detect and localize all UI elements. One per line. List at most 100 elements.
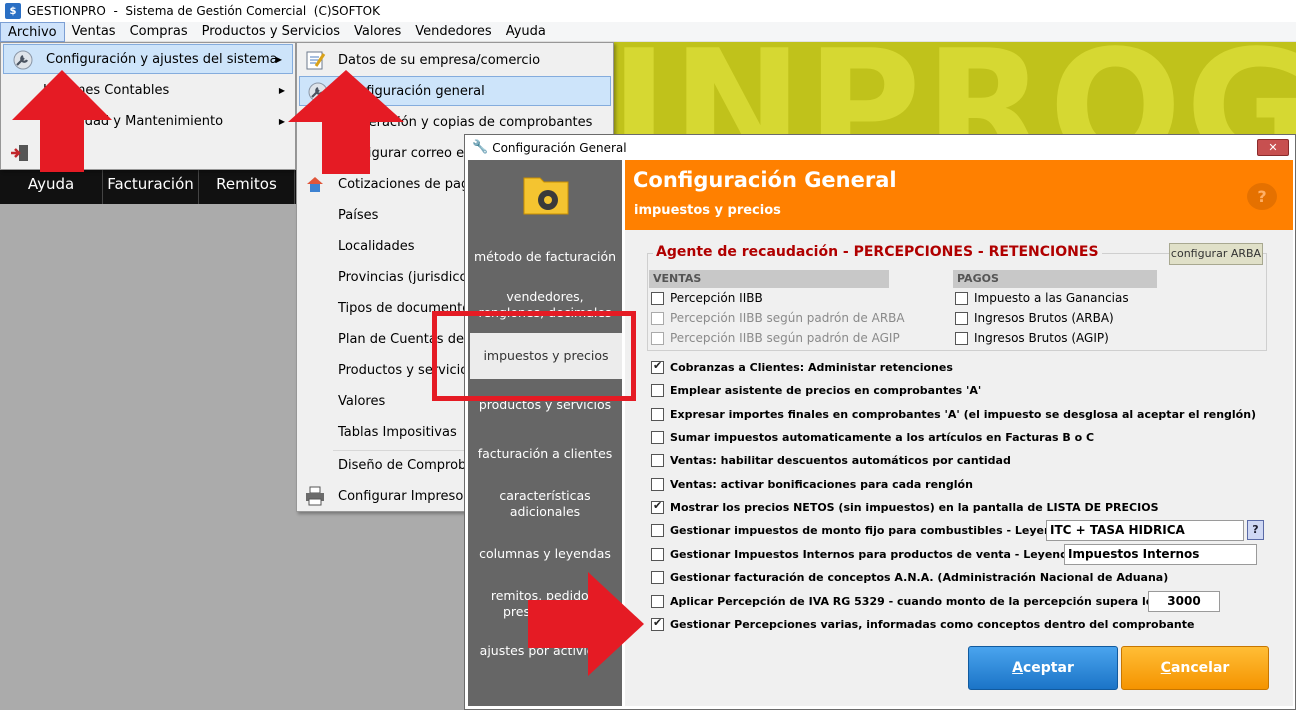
printer-icon	[306, 486, 324, 506]
checkbox-label: Percepción IIBB	[670, 291, 763, 305]
option-sumar-impuestos-checkbox[interactable]: Sumar impuestos automaticamente a los ar…	[651, 431, 1094, 444]
checkbox-label: Cobranzas a Clientes: Administar retenci…	[670, 361, 953, 374]
sidebar-item-caracteristicas[interactable]: características adicionales	[468, 488, 622, 520]
dialog-title: Configuración General	[492, 140, 627, 155]
submenu-item-label: Configurar Impresora	[338, 488, 477, 504]
dialog-titlebar: 🔧 Configuración General	[465, 135, 1295, 160]
option-ana-checkbox[interactable]: Gestionar facturación de conceptos A.N.A…	[651, 571, 1168, 584]
menu-valores[interactable]: Valores	[347, 22, 408, 42]
up-arrow-icon	[288, 70, 404, 174]
checkbox-label: Ventas: activar bonificaciones para cada…	[670, 478, 973, 491]
ingresos-brutos-agip-checkbox[interactable]: Ingresos Brutos (AGIP)	[955, 331, 1109, 345]
option-bonificaciones-checkbox[interactable]: Ventas: activar bonificaciones para cada…	[651, 478, 973, 491]
submenu-item-label: Cotizaciones de pago	[338, 176, 478, 192]
submenu-arrow-icon: ▶	[275, 54, 282, 64]
sidebar-item-columnas-leyendas[interactable]: columnas y leyendas	[468, 546, 622, 562]
menu-archivo[interactable]: Archivo	[0, 21, 65, 42]
submenu-item-label: Datos de su empresa/comercio	[338, 52, 541, 68]
help-button[interactable]: ?	[1247, 183, 1277, 210]
checkbox-label: Percepción IIBB según padrón de ARBA	[670, 311, 905, 325]
option-asistente-precios-checkbox[interactable]: Emplear asistente de precios en comproba…	[651, 384, 981, 397]
checkbox-box	[651, 478, 664, 491]
percepcion-iibb-checkbox[interactable]: Percepción IIBB	[651, 291, 763, 305]
checkbox-box	[651, 408, 664, 421]
up-arrow-icon	[12, 70, 112, 172]
toolbar-remitos-button[interactable]: Remitos	[199, 164, 295, 204]
checkbox-label: Ventas: habilitar descuentos automáticos…	[670, 454, 1011, 467]
leyenda-internos-input[interactable]: Impuestos Internos	[1064, 544, 1257, 565]
sidebar-item-facturacion-clientes[interactable]: facturación a clientes	[468, 446, 622, 462]
pagos-header: PAGOS	[953, 270, 1157, 288]
checkbox-box	[651, 331, 664, 345]
submenu-arrow-icon: ▶	[278, 85, 285, 95]
checkbox-box	[651, 595, 664, 608]
checkbox-label: Expresar importes finales en comprobante…	[670, 408, 1257, 421]
percepcion-agip-checkbox[interactable]: Percepción IIBB según padrón de AGIP	[651, 331, 900, 345]
ingresos-brutos-arba-checkbox[interactable]: Ingresos Brutos (ARBA)	[955, 311, 1114, 325]
sidebar-item-metodo-facturacion[interactable]: método de facturación	[468, 249, 622, 265]
submenu-item-label: Tablas Impositivas	[338, 424, 457, 440]
checkbox-box	[651, 616, 664, 631]
checkbox-box	[651, 311, 664, 325]
option-cobranzas-checkbox[interactable]: Cobranzas a Clientes: Administar retenci…	[651, 359, 953, 374]
submenu-item-label: Localidades	[338, 238, 415, 254]
menu-compras[interactable]: Compras	[123, 22, 195, 42]
menu-ventas[interactable]: Ventas	[65, 22, 123, 42]
menubar: Archivo Ventas Compras Productos y Servi…	[0, 21, 1296, 42]
percepcion-arba-checkbox[interactable]: Percepción IIBB según padrón de ARBA	[651, 311, 905, 325]
checkbox-label: Aplicar Percepción de IVA RG 5329 - cuan…	[670, 595, 1172, 608]
checkbox-box	[651, 524, 664, 537]
checkbox-label: Ingresos Brutos (AGIP)	[974, 331, 1109, 345]
option-descuentos-checkbox[interactable]: Ventas: habilitar descuentos automáticos…	[651, 454, 1011, 467]
monto-rg5329-input[interactable]: 3000	[1148, 591, 1220, 612]
option-percepcion-iva-checkbox[interactable]: Aplicar Percepción de IVA RG 5329 - cuan…	[651, 595, 1171, 608]
document-icon	[306, 51, 326, 70]
checkbox-label: Ingresos Brutos (ARBA)	[974, 311, 1114, 325]
option-importes-finales-checkbox[interactable]: Expresar importes finales en comprobante…	[651, 408, 1256, 421]
option-combustibles-checkbox[interactable]: Gestionar impuestos de monto fijo para c…	[651, 524, 1072, 537]
checkbox-label: Emplear asistente de precios en comproba…	[670, 384, 982, 397]
folder-gear-icon	[523, 177, 569, 215]
submenu-item-label: Países	[338, 207, 379, 223]
checkbox-label: Gestionar impuestos de monto fijo para c…	[670, 524, 1072, 537]
checkbox-box	[955, 311, 968, 325]
checkbox-box	[651, 571, 664, 584]
wrench-icon: 🔧	[472, 140, 489, 155]
highlight-box	[432, 311, 636, 401]
submenu-arrow-icon: ▶	[278, 116, 285, 126]
option-percepciones-varias-checkbox[interactable]: Gestionar Percepciones varias, informada…	[651, 616, 1195, 631]
cancelar-label: Cancelar	[1160, 660, 1230, 676]
combustibles-help-button[interactable]: ?	[1247, 520, 1264, 540]
dialog-close-button[interactable]: ✕	[1257, 139, 1289, 156]
menu-productos[interactable]: Productos y Servicios	[195, 22, 347, 42]
checkbox-box	[651, 454, 664, 467]
checkbox-label: Mostrar los precios NETOS (sin impuestos…	[670, 501, 1159, 514]
checkbox-label: Impuesto a las Ganancias	[974, 291, 1129, 305]
header-title: Configuración General	[633, 168, 897, 192]
checkbox-label: Gestionar Percepciones varias, informada…	[670, 618, 1195, 631]
configurar-arba-button[interactable]: configurar ARBA	[1169, 243, 1263, 265]
cancelar-button[interactable]: Cancelar	[1121, 646, 1269, 690]
leyenda-combustibles-input[interactable]: ITC + TASA HIDRICA	[1046, 520, 1244, 541]
checkbox-label: Gestionar Impuestos Internos para produc…	[670, 548, 1080, 561]
toolbar-facturacion-button[interactable]: Facturación	[103, 164, 199, 204]
checkbox-box	[955, 291, 968, 305]
header-subtitle: impuestos y precios	[634, 203, 781, 218]
ganancias-checkbox[interactable]: Impuesto a las Ganancias	[955, 291, 1129, 305]
app-icon: $	[5, 3, 21, 19]
checkbox-label: Gestionar facturación de conceptos A.N.A…	[670, 571, 1169, 584]
right-arrow-icon	[528, 572, 644, 676]
wrench-icon	[13, 50, 33, 70]
option-impuestos-internos-checkbox[interactable]: Gestionar Impuestos Internos para produc…	[651, 548, 1080, 561]
menu-vendedores[interactable]: Vendedores	[408, 22, 498, 42]
checkbox-box	[651, 499, 664, 514]
menu-item-label: Configuración y ajustes del sistema	[46, 51, 278, 67]
app-title: GESTIONPRO - Sistema de Gestión Comercia…	[27, 4, 380, 18]
aceptar-button[interactable]: Aceptar	[968, 646, 1118, 690]
checkbox-box	[955, 331, 968, 345]
submenu-item-label: Valores	[338, 393, 386, 409]
menu-ayuda[interactable]: Ayuda	[499, 22, 553, 42]
checkbox-box	[651, 291, 664, 305]
option-precios-netos-checkbox[interactable]: Mostrar los precios NETOS (sin impuestos…	[651, 499, 1159, 514]
checkbox-box	[651, 359, 664, 374]
